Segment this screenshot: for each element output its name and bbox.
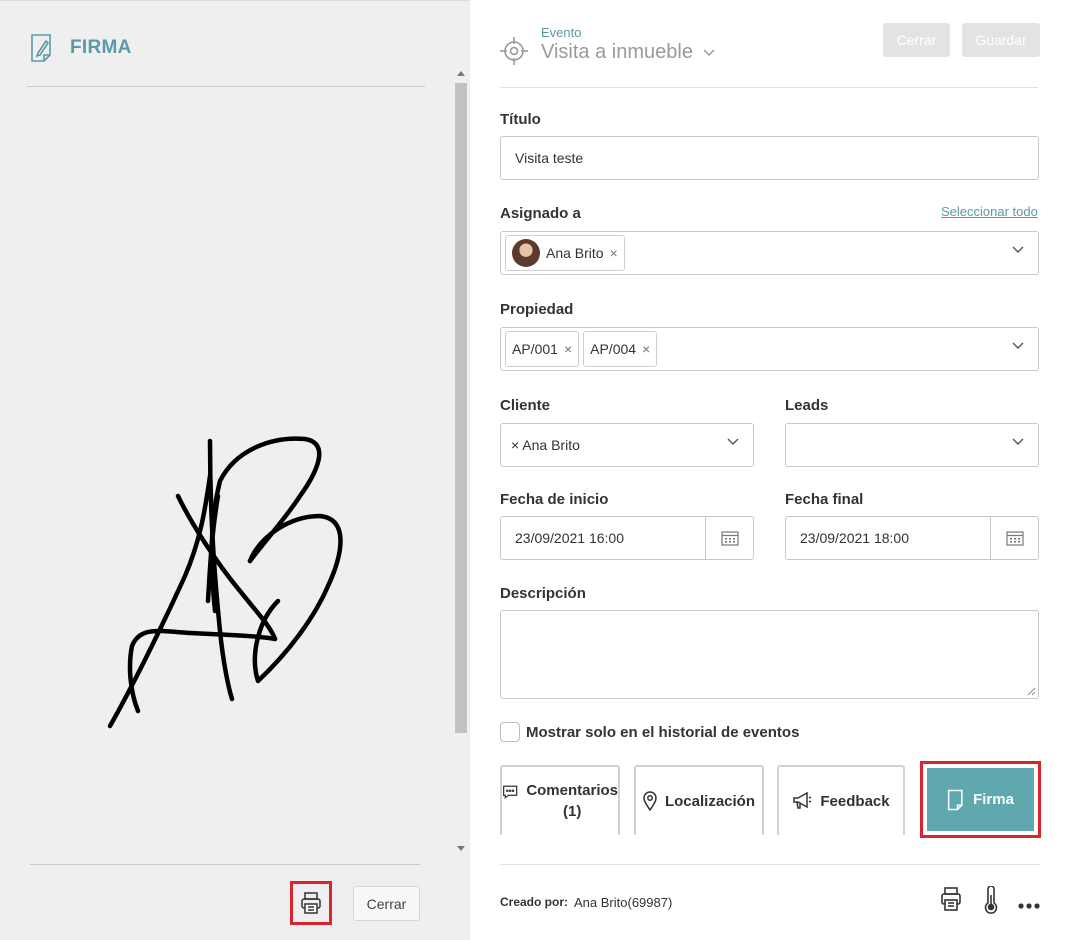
created-by: Creado por: Ana Brito(69987) [500, 895, 672, 910]
client-value: × Ana Brito [511, 437, 580, 453]
tab-feedback-label: Feedback [820, 792, 890, 810]
property-label: Propiedad [500, 301, 574, 318]
select-all-link[interactable]: Seleccionar todo [941, 204, 1038, 219]
signature-drawing[interactable] [60, 401, 380, 761]
created-by-value: Ana Brito(69987) [574, 895, 673, 910]
printer-icon [301, 892, 321, 914]
title-value: Visita teste [515, 150, 584, 166]
calendar-button[interactable] [990, 517, 1038, 559]
scroll-up-arrow-icon[interactable] [457, 71, 465, 76]
chevron-down-icon[interactable] [1012, 438, 1024, 446]
tab-comments[interactable]: Comentarios (1) [500, 765, 620, 835]
leads-select[interactable] [785, 423, 1039, 467]
event-form-panel: Evento Visita a inmueble Cerrar Guardar … [470, 0, 1088, 940]
property-tag-label: AP/001 [512, 341, 558, 357]
location-pin-icon [643, 791, 657, 811]
event-type-select[interactable]: Visita a inmueble [541, 41, 715, 64]
signature-panel: FIRMA Cerrar [0, 0, 470, 940]
start-date-value: 23/09/2021 16:00 [515, 530, 624, 546]
client-label: Cliente [500, 397, 551, 414]
title-label: Título [500, 111, 541, 128]
calendar-icon [720, 531, 739, 546]
description-textarea[interactable] [500, 610, 1039, 699]
document-sign-icon [30, 33, 54, 63]
assigned-label: Asignado a [500, 205, 581, 222]
leads-label: Leads [785, 397, 829, 414]
end-date-input[interactable]: 23/09/2021 18:00 [785, 516, 1039, 560]
remove-tag-icon[interactable]: × [610, 245, 618, 261]
event-label: Evento [541, 25, 582, 40]
tab-comments-label: Comentarios (1) [526, 780, 618, 822]
chevron-down-icon[interactable] [1012, 342, 1024, 350]
tab-signature-label: Firma [973, 791, 1014, 808]
chevron-down-icon[interactable] [1012, 246, 1024, 254]
divider [500, 87, 1038, 88]
more-options-icon[interactable] [1018, 896, 1040, 914]
start-date-input[interactable]: 23/09/2021 16:00 [500, 516, 754, 560]
chevron-down-icon[interactable] [727, 438, 739, 446]
scrollbar[interactable] [454, 71, 468, 851]
property-tag-label: AP/004 [590, 341, 637, 357]
tab-signature[interactable]: Firma [927, 768, 1034, 831]
close-button[interactable]: Cerrar [883, 23, 950, 57]
divider [30, 864, 420, 865]
chevron-down-icon [703, 48, 715, 56]
save-button[interactable]: Guardar [962, 23, 1040, 57]
assigned-select[interactable]: Ana Brito × [500, 231, 1039, 275]
end-date-label: Fecha final [785, 491, 864, 508]
calendar-icon [1005, 531, 1024, 546]
end-date-value: 23/09/2021 18:00 [800, 530, 909, 546]
scroll-thumb[interactable] [455, 83, 467, 733]
divider [500, 864, 1040, 865]
print-button[interactable] [290, 881, 332, 925]
property-select[interactable]: AP/001 × AP/004 × [500, 327, 1039, 371]
client-select[interactable]: × Ana Brito [500, 423, 754, 467]
tab-signature-highlight: Firma [920, 761, 1041, 838]
crosshair-icon [499, 36, 529, 71]
signature-title: FIRMA [70, 37, 132, 58]
property-tag[interactable]: AP/001 × [505, 331, 580, 367]
tab-location-label: Localización [664, 792, 756, 810]
divider [27, 86, 425, 87]
calendar-button[interactable] [705, 517, 753, 559]
remove-tag-icon[interactable]: × [564, 341, 572, 357]
thermometer-icon[interactable] [983, 885, 999, 919]
assigned-tag[interactable]: Ana Brito × [505, 235, 625, 271]
assigned-tag-label: Ana Brito [546, 245, 604, 261]
resize-handle-icon[interactable] [1026, 686, 1036, 696]
document-sign-icon [947, 789, 963, 810]
tab-feedback[interactable]: Feedback [777, 765, 905, 835]
avatar [512, 239, 540, 267]
history-only-checkbox[interactable] [500, 722, 520, 742]
created-by-label: Creado por: [500, 895, 569, 909]
megaphone-icon [793, 791, 812, 809]
start-date-label: Fecha de inicio [500, 491, 609, 508]
tab-comments-title: Comentarios [526, 782, 618, 799]
scroll-down-arrow-icon[interactable] [457, 846, 465, 851]
description-label: Descripción [500, 585, 586, 602]
comment-icon [503, 785, 518, 799]
property-tag[interactable]: AP/004 × [583, 331, 658, 367]
tab-comments-count: (1) [562, 803, 582, 820]
remove-tag-icon[interactable]: × [642, 341, 650, 357]
close-button[interactable]: Cerrar [353, 886, 420, 921]
title-input[interactable]: Visita teste [500, 136, 1039, 180]
tab-location[interactable]: Localización [634, 765, 764, 835]
printer-icon[interactable] [940, 886, 962, 917]
event-type-value: Visita a inmueble [541, 41, 693, 63]
history-only-label: Mostrar solo en el historial de eventos [526, 724, 800, 741]
signature-header: FIRMA [30, 31, 132, 65]
